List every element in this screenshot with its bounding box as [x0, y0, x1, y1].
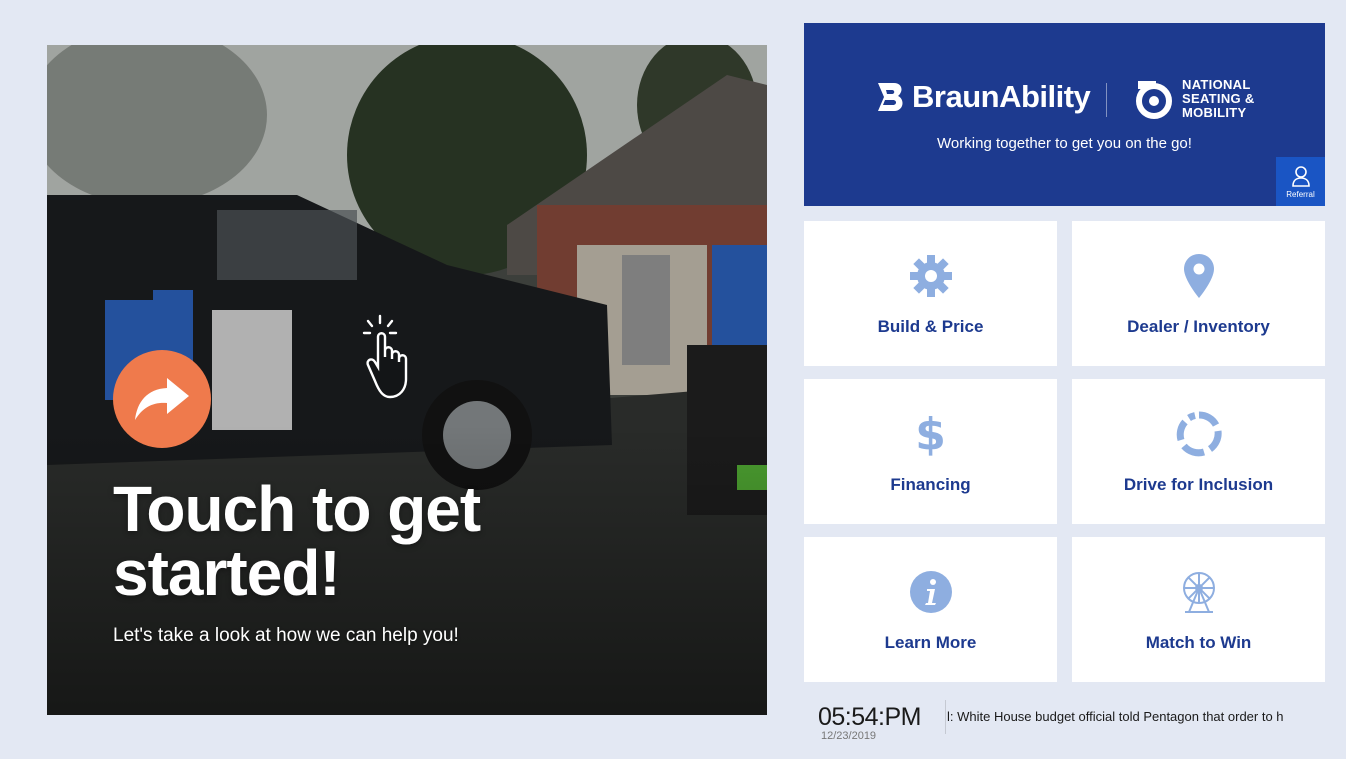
referral-label: Referral	[1286, 189, 1315, 199]
nsm-mark-icon	[1136, 81, 1172, 119]
hero-title: Touch to get started!	[113, 473, 481, 609]
tile-learn-more[interactable]: Learn More	[804, 537, 1057, 682]
brand-tagline: Working together to get you on the go!	[937, 135, 1192, 152]
braunability-mark-icon	[878, 83, 903, 111]
tile-label: Match to Win	[1145, 633, 1252, 652]
news-ticker: l: White House budget official told Pent…	[947, 709, 1284, 724]
brand-header: BraunAbility NATIONAL SEATING & MOBILITY…	[804, 23, 1325, 206]
ring-icon	[1176, 411, 1222, 457]
get-started-arrow-button[interactable]	[113, 350, 211, 448]
map-pin-icon	[1183, 254, 1214, 298]
tile-match-to-win[interactable]: Match to Win	[1072, 537, 1325, 682]
nsm-line-3: MOBILITY	[1182, 105, 1247, 120]
tile-label: Learn More	[884, 633, 977, 652]
tile-financing[interactable]: $ Financing	[804, 379, 1057, 524]
braunability-logo: BraunAbility	[876, 79, 1091, 115]
status-divider	[945, 700, 946, 734]
tile-label: Financing	[890, 475, 971, 494]
clock-time: 05:54:PM	[818, 703, 922, 731]
share-arrow-icon	[135, 378, 189, 420]
braunability-wordmark: BraunAbility	[912, 79, 1091, 114]
nsm-line-2: SEATING &	[1182, 91, 1255, 106]
tap-hand-icon	[360, 313, 420, 410]
tile-label: Dealer / Inventory	[1127, 317, 1270, 336]
nsm-logo: NATIONAL SEATING & MOBILITY	[1134, 78, 1255, 120]
info-icon	[909, 571, 952, 613]
tile-drive-for-inclusion[interactable]: Drive for Inclusion	[1072, 379, 1325, 524]
tile-build-price[interactable]: Build & Price	[804, 221, 1057, 366]
referral-button[interactable]: Referral	[1276, 157, 1325, 206]
user-icon	[1291, 165, 1310, 187]
tile-label: Drive for Inclusion	[1123, 475, 1274, 494]
dollar-icon: $	[915, 408, 946, 460]
hero-subtitle: Let's take a look at how we can help you…	[113, 625, 459, 646]
status-bar: 05:54:PM 12/23/2019 l: White House budge…	[804, 700, 1325, 748]
tile-dealer-inventory[interactable]: Dealer / Inventory	[1072, 221, 1325, 366]
hero-touch-panel[interactable]: Touch to get started! Let's take a look …	[47, 45, 767, 715]
clock-date: 12/23/2019	[821, 730, 877, 742]
tile-label: Build & Price	[877, 317, 984, 336]
ferris-wheel-icon	[1182, 572, 1215, 613]
logo-divider	[1106, 83, 1107, 117]
gear-icon	[909, 255, 952, 297]
nsm-line-1: NATIONAL	[1182, 77, 1251, 92]
